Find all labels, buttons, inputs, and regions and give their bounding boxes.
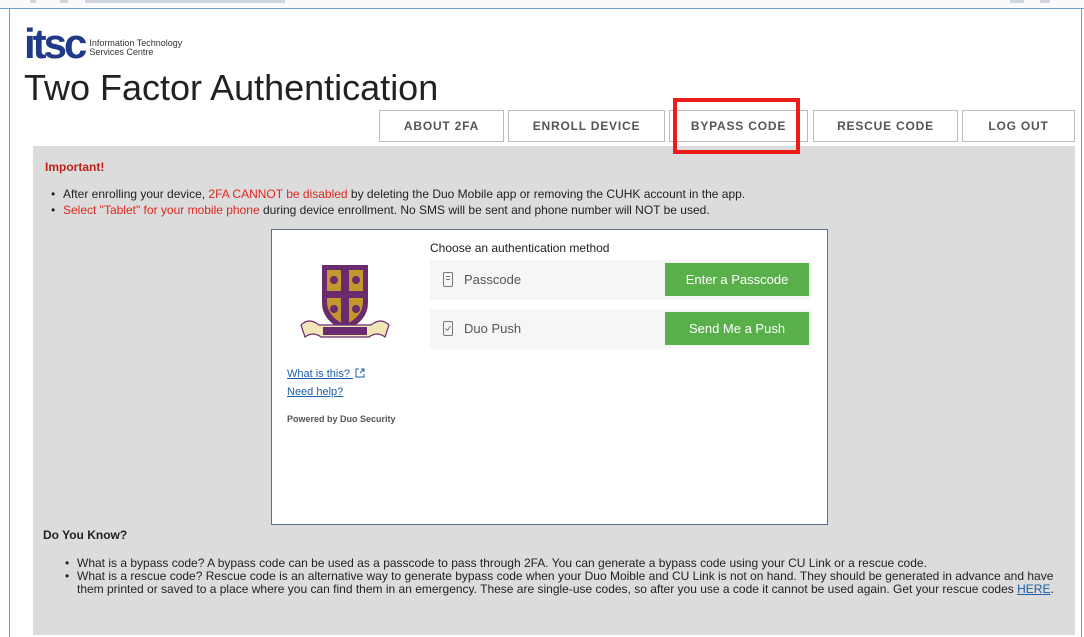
powered-by-text: Powered by Duo Security <box>287 414 396 424</box>
important-heading: Important! <box>45 160 105 174</box>
do-you-know-item-2-end: . <box>1050 582 1054 596</box>
method-row-duo-push: Duo Push Send Me a Push <box>430 309 811 349</box>
method-label-passcode: Passcode <box>464 272 522 287</box>
logo-subtitle-line2: Services Centre <box>89 47 154 57</box>
what-is-this-label: What is this? <box>287 368 350 380</box>
logo-subtitle: Information Technology Services Centre <box>89 39 182 57</box>
page-title: Two Factor Authentication <box>24 67 439 108</box>
important-item-2-red: Select "Tablet" for your mobile phone <box>63 203 260 217</box>
method-label-duo-push: Duo Push <box>464 321 522 336</box>
important-item-2: Select "Tablet" for your mobile phone du… <box>51 203 710 217</box>
frame-border-left <box>9 8 10 637</box>
external-link-icon <box>355 368 365 378</box>
choose-method-label: Choose an authentication method <box>430 241 610 255</box>
frame-border-right <box>1081 8 1082 637</box>
method-row-passcode: Passcode Enter a Passcode <box>430 260 811 300</box>
important-item-1-pre: After enrolling your device, <box>63 187 209 201</box>
important-item-1-red: 2FA CANNOT be disabled <box>208 187 348 201</box>
send-push-button[interactable]: Send Me a Push <box>665 312 809 345</box>
ghost-text <box>1040 0 1050 3</box>
cuhk-crest-logo <box>287 245 402 358</box>
what-is-this-link[interactable]: What is this? <box>287 368 365 380</box>
important-item-1: After enrolling your device, 2FA CANNOT … <box>51 187 746 201</box>
bypass-code-highlight-box <box>673 98 800 154</box>
tab-rescue-code[interactable]: RESCUE CODE <box>813 110 958 142</box>
logo-mark: itsc <box>24 20 87 67</box>
phone-check-icon <box>443 321 453 336</box>
ghost-text <box>85 0 285 3</box>
do-you-know-item-2-text: What is a rescue code? Rescue code is an… <box>77 569 1054 596</box>
tab-enroll-device[interactable]: ENROLL DEVICE <box>508 110 665 142</box>
do-you-know-heading: Do You Know? <box>43 528 128 542</box>
rescue-codes-link[interactable]: HERE <box>1017 582 1050 596</box>
important-item-1-post: by deleting the Duo Mobile app or removi… <box>347 187 746 201</box>
duo-auth-frame: What is this? Need help? Powered by Duo … <box>271 229 828 525</box>
do-you-know-item-2: What is a rescue code? Rescue code is an… <box>65 569 1067 596</box>
tab-log-out[interactable]: LOG OUT <box>962 110 1075 142</box>
ghost-text <box>60 0 68 3</box>
browser-top-strip <box>0 0 1084 9</box>
passcode-icon <box>443 272 453 287</box>
need-help-link[interactable]: Need help? <box>287 386 343 398</box>
tab-about-2fa[interactable]: ABOUT 2FA <box>379 110 504 142</box>
enter-passcode-button[interactable]: Enter a Passcode <box>665 263 809 296</box>
ghost-text <box>30 0 36 3</box>
ghost-text <box>1010 0 1024 3</box>
important-item-2-post: during device enrollment. No SMS will be… <box>259 203 710 217</box>
crest-icon <box>300 265 390 338</box>
itsc-logo: itsc Information Technology Services Cen… <box>24 20 182 67</box>
checkmark-icon <box>445 325 451 332</box>
